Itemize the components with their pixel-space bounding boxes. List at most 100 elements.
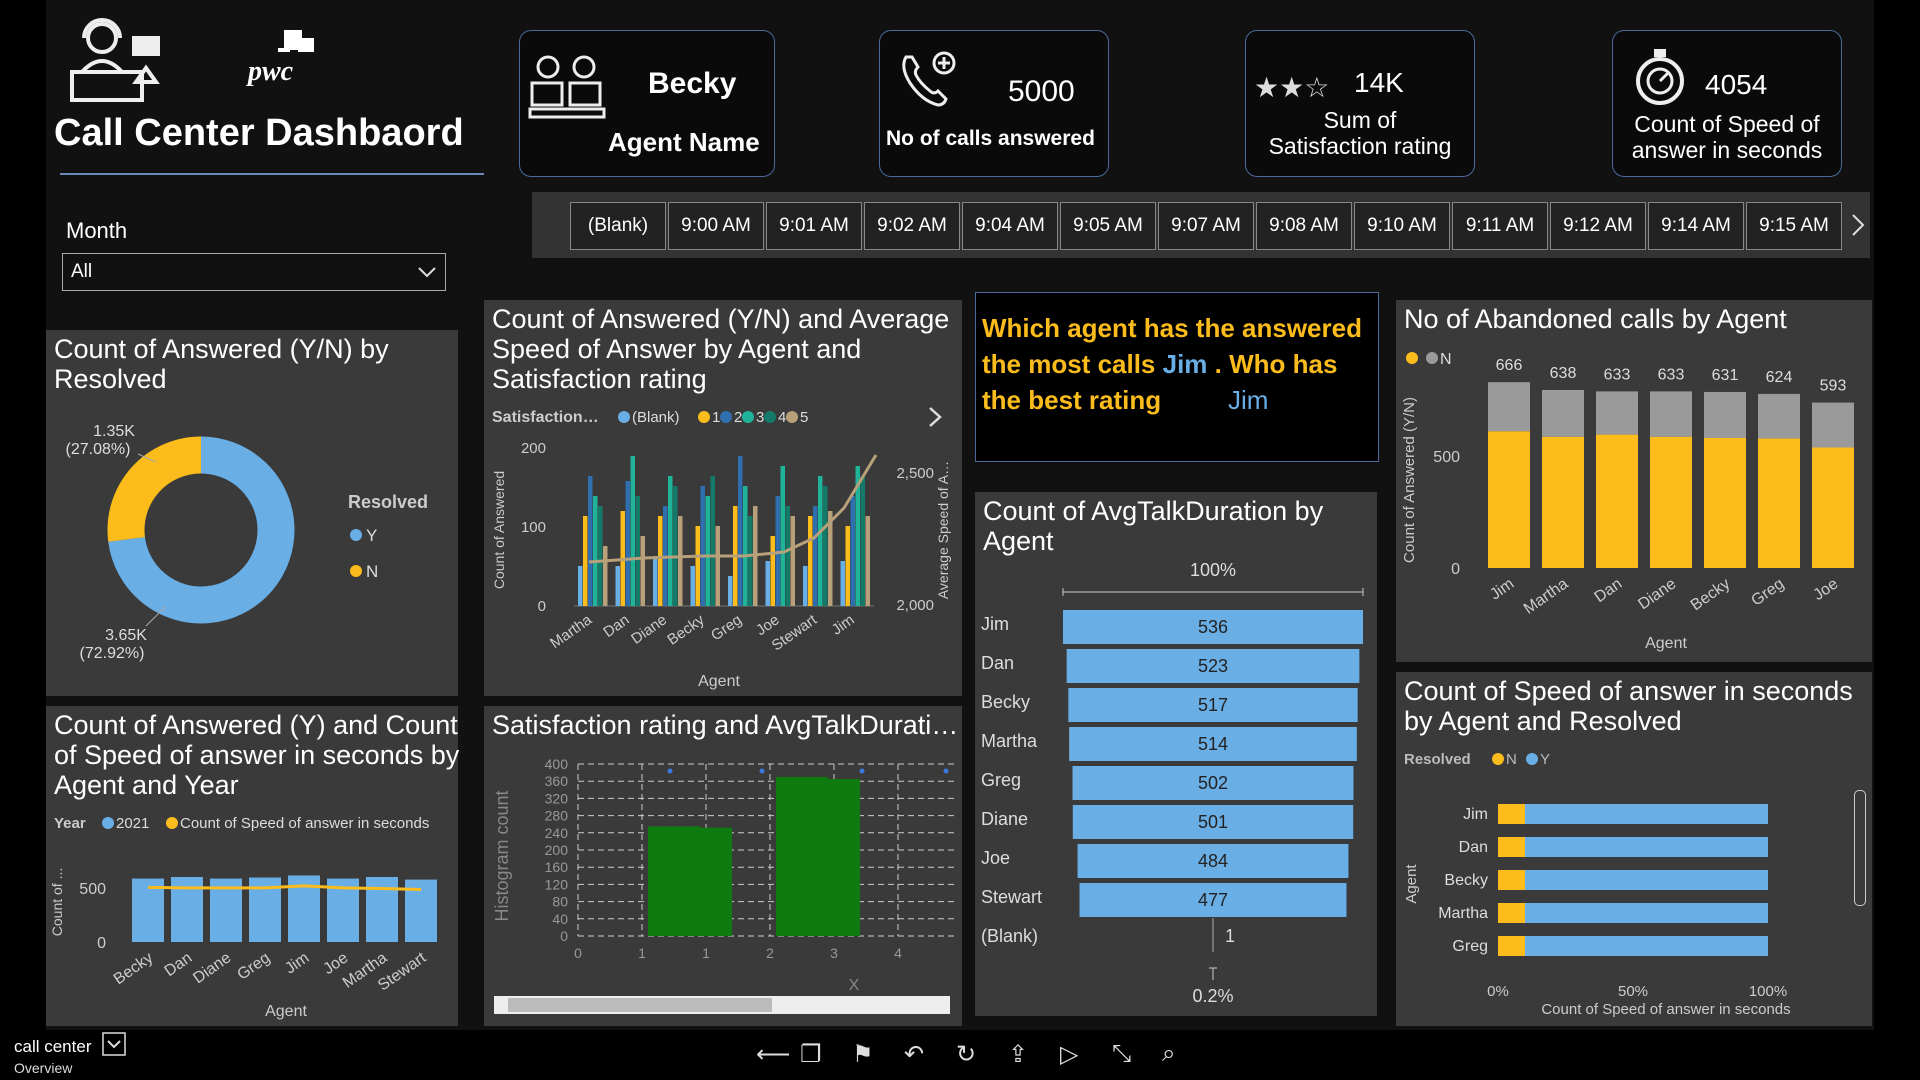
speed-bar-y [1525, 837, 1768, 857]
data-label: 484 [1198, 851, 1228, 871]
hist-bar [680, 827, 732, 936]
speed-label-2: answer in seconds [1631, 137, 1823, 163]
combo-bar [743, 486, 748, 606]
y2-tick: 2,000 [896, 597, 934, 614]
combo-bar [840, 561, 845, 606]
speed-bar-n [1498, 936, 1525, 956]
data-label: 536 [1198, 617, 1228, 637]
donut-chart: 1.35K(27.08%) 3.65K(72.92%) Resolved YN [66, 423, 429, 662]
x-tick: Greg [708, 611, 745, 644]
y-tick: 240 [545, 825, 569, 841]
hist-scrollbar[interactable] [494, 996, 950, 1014]
combo-bar [765, 561, 770, 606]
y-tick: 0 [1451, 561, 1460, 578]
time-slicer-item[interactable]: 9:10 AM [1354, 202, 1450, 250]
y-axis-title: Agent [1403, 864, 1420, 904]
y-tick: 0 [560, 928, 568, 944]
time-slicer-item[interactable]: 9:11 AM [1452, 202, 1548, 250]
time-slicer-item[interactable]: 9:04 AM [962, 202, 1058, 250]
x-tick: Jim [282, 949, 312, 977]
y-tick: 500 [1433, 449, 1460, 466]
combo-bar [780, 466, 785, 606]
qa-line-2: the most calls Jim . Who has [982, 349, 1337, 380]
bookmark-icon[interactable]: ⚑ [852, 1040, 874, 1069]
chevron-down-icon [418, 267, 436, 278]
time-slicer-item[interactable]: 9:00 AM [668, 202, 764, 250]
x-axis-title: Agent [1645, 635, 1687, 652]
play-icon[interactable]: ▷ [1060, 1040, 1078, 1069]
combo-bar [578, 566, 583, 606]
legend-title: Year [54, 815, 86, 832]
speed-bar-n [1498, 870, 1525, 890]
time-slicer-item[interactable]: 9:14 AM [1648, 202, 1744, 250]
rating-value: 14K [1354, 67, 1404, 98]
legend-dot [698, 411, 710, 423]
abandoned-bar-n [1704, 391, 1746, 438]
back-arrow-icon[interactable]: ⟵ [756, 1040, 790, 1069]
time-slicer-item[interactable]: (Blank) [570, 202, 666, 250]
legend-label: 2021 [116, 815, 149, 832]
kpi-calls-card: 5000 No of calls answered [879, 30, 1109, 177]
y-tick: 320 [545, 790, 569, 806]
search-icon[interactable]: ⌕ [1162, 1040, 1175, 1068]
y-tick: Greg [981, 770, 1021, 790]
y-tick: Dan [981, 653, 1014, 673]
x-tick: Martha [547, 611, 596, 652]
y-axis-title: Count of Answered [491, 471, 507, 589]
chevron-right-icon[interactable] [1850, 212, 1866, 238]
legend-dot [618, 411, 630, 423]
month-label: Month [66, 218, 128, 243]
range-marker [1062, 588, 1364, 596]
month-dropdown[interactable]: All [62, 253, 446, 291]
legend-dot [1426, 352, 1438, 364]
time-slicer-item[interactable]: 9:07 AM [1158, 202, 1254, 250]
x-tick: 1 [638, 945, 646, 961]
x-axis-title: Count of Speed of answer in seconds [1541, 1001, 1790, 1018]
donut-slice [107, 436, 202, 542]
refresh-icon[interactable]: ↻ [956, 1040, 976, 1069]
headset-agent-icon [70, 12, 170, 109]
hist-scroll-thumb[interactable] [508, 998, 772, 1012]
time-slicer-item[interactable]: 9:12 AM [1550, 202, 1646, 250]
year-bar [366, 877, 398, 942]
qa-line-1: Which agent has the answered [982, 313, 1362, 343]
x-tick: Greg [1748, 575, 1787, 609]
x-tick: Becky [111, 949, 156, 988]
combo-bar [625, 481, 630, 606]
undo-icon[interactable]: ↶ [904, 1040, 924, 1069]
chevron-down-icon[interactable] [102, 1032, 126, 1056]
kpi-speed-card: 4054 Count of Speed of answer in seconds [1612, 30, 1842, 177]
abandoned-bar-y [1812, 447, 1854, 568]
data-label: 501 [1198, 812, 1228, 832]
combo-bar [690, 566, 695, 606]
legend-dot [786, 411, 798, 423]
legend-label: 2 [734, 409, 742, 426]
time-slicer-item[interactable]: 9:05 AM [1060, 202, 1156, 250]
combo-bar [728, 576, 733, 606]
speed-bar-y [1525, 903, 1768, 923]
speed-scrollbar[interactable] [1854, 790, 1866, 906]
legend-dot [1406, 352, 1418, 364]
share-icon[interactable]: ⇪ [1008, 1040, 1028, 1069]
combo-bar [603, 546, 608, 606]
y-tick: Jim [981, 614, 1009, 634]
legend-dot [1492, 753, 1504, 765]
combo-bar [710, 476, 715, 606]
legend-label: Count of Speed of answer in seconds [180, 815, 429, 832]
x-tick: Joe [1810, 575, 1841, 604]
footer-page: Overview [14, 1060, 73, 1076]
copy-icon[interactable]: ❐ [800, 1040, 822, 1069]
x-tick: Jim [1487, 575, 1517, 603]
combo-bar [640, 536, 645, 606]
collapse-icon[interactable]: ⤡ [1112, 1040, 1131, 1068]
speed-bar-y [1525, 870, 1768, 890]
time-slicer-item[interactable]: 9:08 AM [1256, 202, 1352, 250]
time-slicer-item[interactable]: 9:01 AM [766, 202, 862, 250]
abandoned-bar-y [1488, 431, 1530, 568]
time-slicer-item[interactable]: 9:02 AM [864, 202, 960, 250]
y-tick: 360 [545, 773, 569, 789]
time-slicer-item[interactable]: 9:15 AM [1746, 202, 1842, 250]
speed-chart: Resolved N Y Jim Dan Becky Martha Greg Agent 0% 50… [1403, 751, 1791, 1018]
abandoned-bar-y [1650, 436, 1692, 568]
combo-bar [705, 496, 710, 606]
